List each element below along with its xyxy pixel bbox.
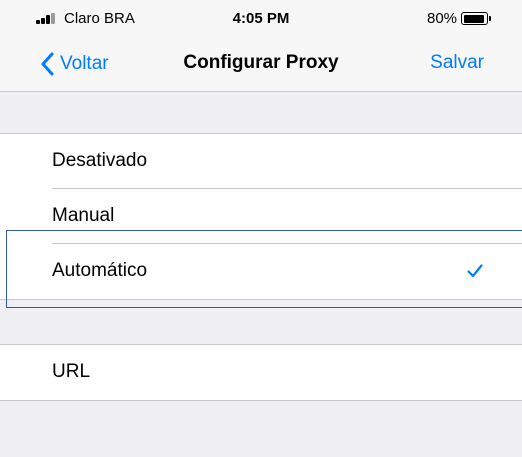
option-automatico[interactable]: Automático [0,244,522,299]
url-row[interactable]: URL [0,345,522,400]
navigation-bar: Voltar Configurar Proxy Salvar [0,38,522,92]
option-label: Desativado [52,150,148,171]
status-bar: Claro BRA 4:05 PM 80% [0,0,522,38]
url-label: URL [52,361,91,382]
battery-percentage: 80% [427,10,458,27]
save-button[interactable]: Salvar [430,52,484,74]
option-label: Manual [52,205,115,226]
battery-icon [461,12,491,25]
option-desativado[interactable]: Desativado [0,134,522,189]
url-section: URL [0,344,522,401]
option-label: Automático [52,260,148,281]
checkmark-icon [467,264,483,278]
option-manual[interactable]: Manual [0,189,522,244]
proxy-options-list: Desativado Manual Automático [0,133,522,300]
